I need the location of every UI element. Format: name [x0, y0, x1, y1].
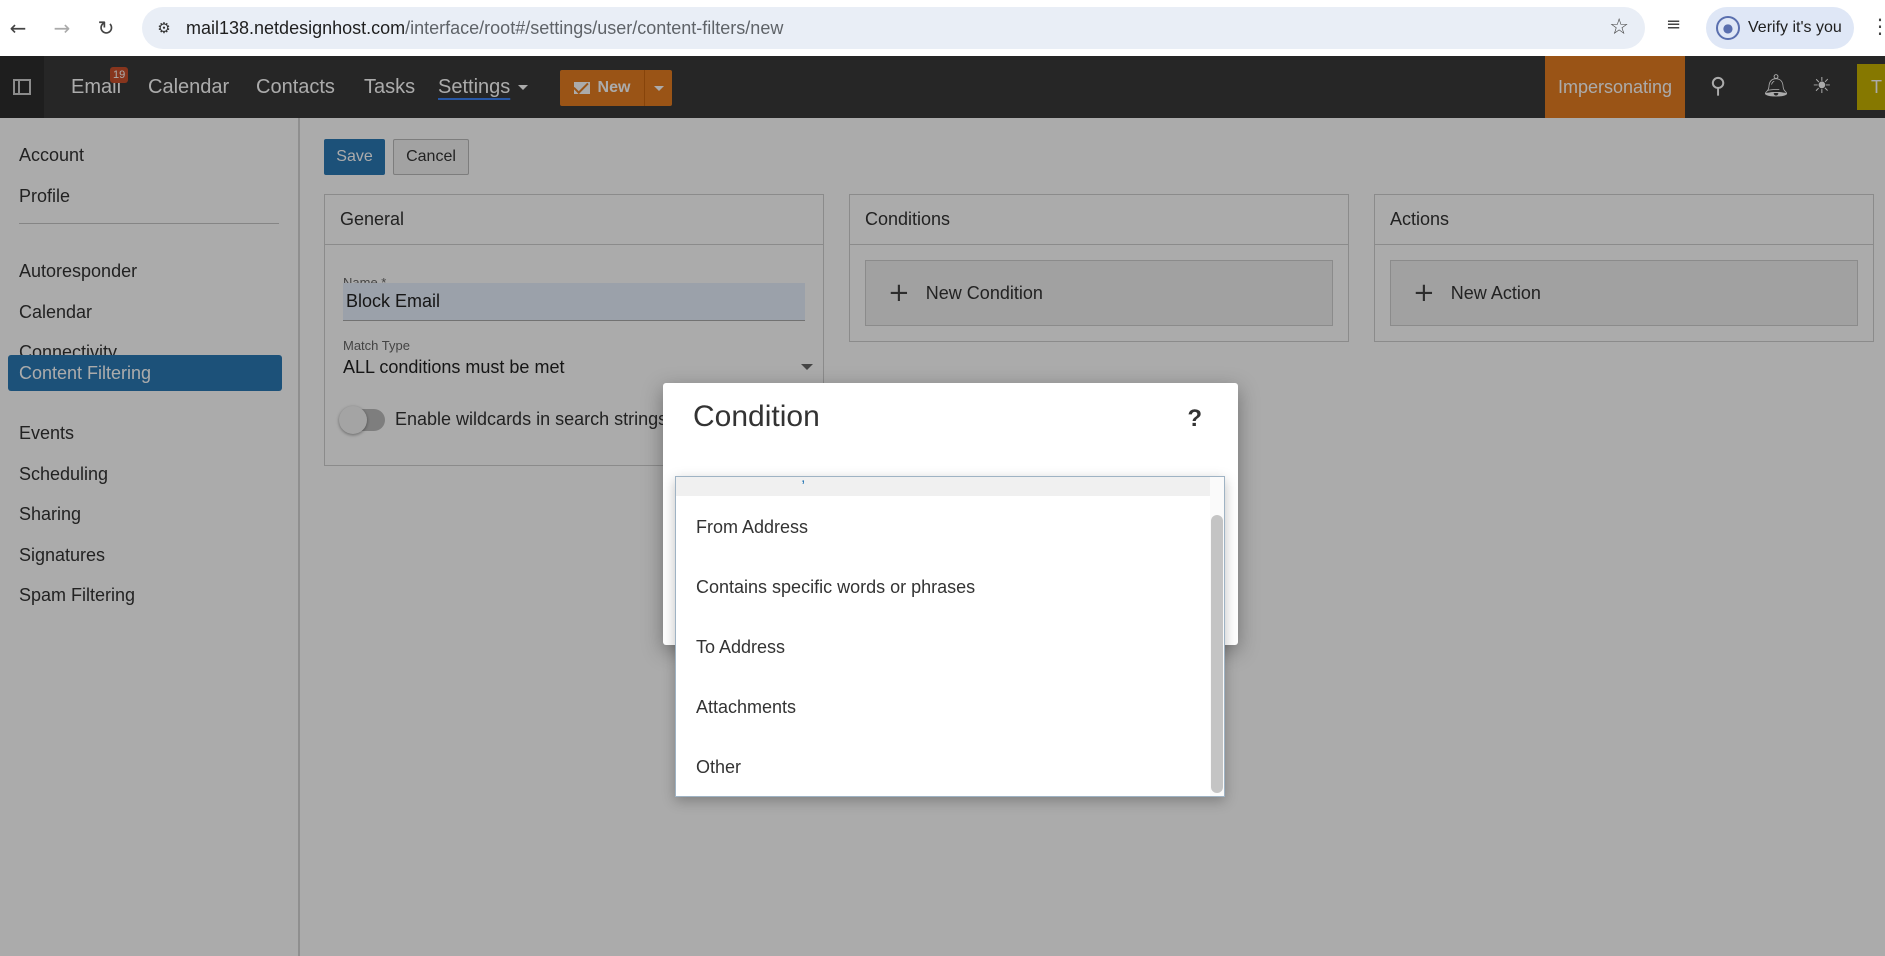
account-icon: ●: [1716, 16, 1740, 40]
option-contains-words[interactable]: Contains specific words or phrases: [676, 557, 1210, 617]
browser-menu-icon[interactable]: ⋮: [1870, 14, 1885, 38]
profile-chip[interactable]: ● Verify it's you: [1706, 7, 1854, 49]
url-path: /interface/root#/settings/user/content-f…: [405, 18, 784, 38]
condition-type-dropdown: , From Address Contains specific words o…: [675, 476, 1225, 797]
option-from-address[interactable]: From Address: [676, 497, 1210, 557]
browser-toolbar: ← → ↻ ⚙ mail138.netdesignhost.com/interf…: [0, 0, 1885, 56]
site-settings-icon[interactable]: ⚙: [152, 17, 176, 39]
address-bar[interactable]: ⚙ mail138.netdesignhost.com/interface/ro…: [142, 7, 1645, 49]
dropdown-scrollbar[interactable]: [1210, 477, 1224, 796]
url-text[interactable]: mail138.netdesignhost.com/interface/root…: [186, 18, 783, 39]
scrollbar-thumb[interactable]: [1211, 515, 1223, 793]
profile-chip-label: Verify it's you: [1748, 19, 1842, 36]
reload-icon[interactable]: ↻: [92, 14, 120, 42]
list-item-partially-hidden[interactable]: ,: [676, 477, 1210, 496]
partial-item-text: ,: [801, 476, 806, 486]
bookmark-star-icon[interactable]: ☆: [1609, 15, 1629, 40]
dialog-title: Condition: [693, 400, 820, 433]
option-attachments[interactable]: Attachments: [676, 677, 1210, 737]
back-arrow-icon[interactable]: ←: [4, 14, 32, 42]
forward-arrow-icon[interactable]: →: [48, 14, 76, 42]
help-icon[interactable]: ?: [1187, 405, 1202, 433]
media-controls-icon[interactable]: ≡: [1666, 14, 1681, 35]
option-to-address[interactable]: To Address: [676, 617, 1210, 677]
option-other[interactable]: Other: [676, 737, 1210, 796]
url-host: mail138.netdesignhost.com: [186, 18, 406, 38]
